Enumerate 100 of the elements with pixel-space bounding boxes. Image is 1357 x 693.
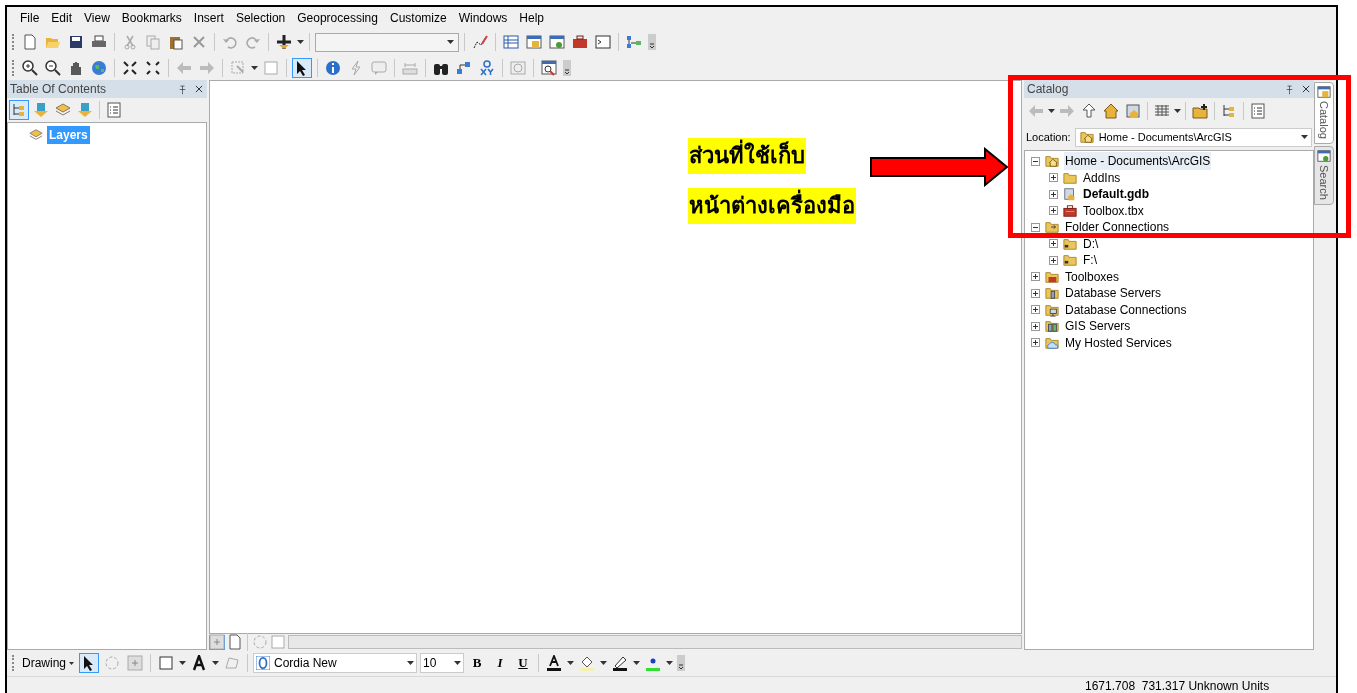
folder-icon: [1062, 236, 1078, 251]
caret-icon[interactable]: [251, 65, 258, 70]
menu-item[interactable]: Help: [514, 7, 550, 29]
monitor-folder-icon: [1044, 302, 1060, 317]
add-data-icon[interactable]: [274, 32, 294, 52]
layers-icon: [28, 128, 44, 142]
home-folder-icon: [1044, 154, 1060, 169]
home-icon[interactable]: [1101, 101, 1121, 121]
tree-item[interactable]: D:\: [1082, 234, 1100, 253]
menu-item[interactable]: File: [15, 7, 45, 29]
menu-item[interactable]: Bookmarks: [116, 7, 187, 29]
server-folder-icon: [1044, 286, 1060, 301]
caret-icon[interactable]: [666, 661, 673, 665]
toolbar-options-icon[interactable]: [647, 34, 657, 50]
location-label: Location:: [1026, 129, 1071, 145]
menu-item[interactable]: Geoprocessing: [292, 7, 383, 29]
pointer-icon[interactable]: [292, 57, 312, 78]
caret-icon[interactable]: [633, 661, 640, 665]
expand-toggle[interactable]: [1031, 305, 1040, 315]
annotation-label: ส่วนที่ใช้เก็บ: [688, 138, 806, 174]
xy-icon[interactable]: [477, 57, 497, 78]
menu-item[interactable]: Selection: [230, 7, 291, 29]
close-icon[interactable]: [194, 84, 204, 94]
tree-item[interactable]: AddIns: [1082, 168, 1122, 187]
expand-toggle[interactable]: [1031, 338, 1040, 348]
menu-item[interactable]: Insert: [188, 7, 229, 29]
toolbox-icon: [1062, 203, 1078, 218]
font-size-dropdown[interactable]: 10: [420, 653, 464, 673]
options-icon[interactable]: [104, 100, 124, 120]
expand-toggle[interactable]: [1049, 255, 1058, 265]
list-by-drawing-order-icon[interactable]: [9, 100, 29, 120]
home-database-icon[interactable]: [1123, 101, 1143, 121]
side-tab[interactable]: Catalog: [1314, 82, 1334, 144]
panel-title: Table Of Contents: [10, 81, 108, 98]
tree-item[interactable]: Database Connections: [1064, 300, 1188, 319]
options-icon[interactable]: [1248, 101, 1268, 121]
tree-item[interactable]: Folder Connections: [1064, 218, 1171, 237]
menu-item[interactable]: Windows: [453, 7, 513, 29]
expand-toggle[interactable]: [1049, 189, 1058, 199]
bold-button[interactable]: B: [467, 653, 487, 673]
table-icon[interactable]: [501, 32, 521, 52]
drawing-menu[interactable]: Drawing: [20, 653, 76, 673]
command-line-icon[interactable]: [593, 32, 613, 52]
folder-icon: [1062, 253, 1078, 268]
menu-item[interactable]: View: [79, 7, 115, 29]
caret-icon[interactable]: [179, 661, 186, 665]
font-dropdown[interactable]: Cordia New: [253, 653, 417, 673]
caret-icon[interactable]: [600, 661, 607, 665]
expand-toggle[interactable]: [1031, 321, 1040, 331]
window-icon: [1317, 85, 1331, 99]
expand-toggle[interactable]: [1049, 173, 1058, 183]
caret-icon[interactable]: [297, 40, 304, 44]
caret-icon: [407, 661, 414, 665]
tree-item[interactable]: F:\: [1082, 251, 1098, 270]
panel-title: Catalog: [1027, 81, 1070, 98]
caret-icon: [69, 661, 74, 665]
tree-item[interactable]: Toolbox.tbx: [1082, 201, 1145, 220]
caret-icon[interactable]: [1174, 109, 1181, 113]
tree-item[interactable]: Database Servers: [1064, 284, 1163, 303]
expand-toggle[interactable]: [1031, 272, 1040, 282]
caret-icon[interactable]: [447, 40, 454, 44]
menu-item[interactable]: Customize: [384, 7, 452, 29]
cloud-folder-icon: [1044, 335, 1060, 350]
pin-icon[interactable]: [177, 83, 188, 95]
expand-toggle[interactable]: [1049, 206, 1058, 216]
location-dropdown[interactable]: Home - Documents\ArcGIS: [1074, 127, 1312, 147]
zoom-out-icon[interactable]: [43, 57, 63, 78]
folder-icon: [1044, 220, 1060, 235]
menu-item[interactable]: Edit: [46, 7, 78, 29]
toolbar-options-icon[interactable]: [676, 655, 686, 671]
tree-item[interactable]: Home - Documents\ArcGIS: [1064, 152, 1212, 171]
collapse-toggle[interactable]: [1031, 156, 1040, 166]
close-icon[interactable]: [1301, 84, 1311, 94]
tree-item[interactable]: GIS Servers: [1064, 317, 1132, 336]
search-window-icon[interactable]: [547, 32, 567, 52]
layout-view-icon[interactable]: [227, 634, 243, 650]
toolbar-options-icon[interactable]: [562, 59, 572, 76]
side-tab[interactable]: Search: [1314, 145, 1334, 205]
pointer-icon[interactable]: [79, 653, 99, 673]
tree-item[interactable]: My Hosted Services: [1064, 333, 1173, 352]
home-folder-icon: [1078, 130, 1095, 144]
expand-toggle[interactable]: [1031, 288, 1040, 298]
horizontal-scrollbar[interactable]: [288, 635, 1022, 649]
caret-icon[interactable]: [1048, 109, 1055, 113]
tree-item[interactable]: Default.gdb: [1082, 185, 1150, 204]
magnifier-window-icon[interactable]: [539, 57, 559, 78]
font-color-icon[interactable]: [544, 653, 564, 673]
new-folder-icon[interactable]: [1190, 101, 1210, 121]
collapse-toggle[interactable]: [1031, 222, 1040, 232]
toolbox-folder-icon: [1044, 269, 1060, 284]
zoom-in-icon[interactable]: [20, 57, 40, 78]
catalog-window-icon[interactable]: [524, 32, 544, 52]
italic-button[interactable]: I: [490, 653, 510, 673]
caret-icon[interactable]: [212, 661, 219, 665]
underline-button[interactable]: U: [513, 653, 533, 673]
expand-toggle[interactable]: [1049, 239, 1058, 249]
pin-icon[interactable]: [1284, 83, 1295, 95]
caret-icon[interactable]: [567, 661, 574, 665]
caret-icon[interactable]: [1301, 135, 1308, 139]
tree-item[interactable]: Toolboxes: [1064, 267, 1121, 286]
